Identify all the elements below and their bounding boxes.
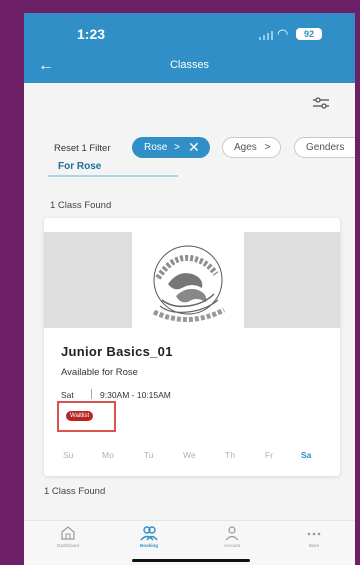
chip-ages-label: Ages xyxy=(234,142,257,153)
nav-label-booking: Booking xyxy=(140,543,158,548)
chevron-right-icon: > xyxy=(174,142,180,153)
nav-more[interactable]: More xyxy=(284,525,344,565)
battery-icon: 92 xyxy=(296,28,322,40)
reset-filter-button[interactable]: Reset 1 Filter xyxy=(54,143,111,154)
nav-label-account: Account xyxy=(223,543,241,548)
nav-label-dashboard: Dashboard xyxy=(56,543,79,548)
close-icon[interactable]: ✕ xyxy=(188,137,200,158)
more-icon xyxy=(307,532,321,536)
status-bar: 1:23 ◠ 92 xyxy=(24,13,355,51)
class-day: Sat xyxy=(61,390,74,400)
filter-chip-row: Reset 1 Filter Rose > ✕ Ages > Genders xyxy=(24,137,355,159)
booking-icon xyxy=(140,526,158,541)
class-name: Junior Basics_01 xyxy=(61,344,173,359)
day-mo: Mo xyxy=(102,450,114,460)
filter-settings-icon[interactable] xyxy=(311,95,331,111)
weekday-row: Su Mo Tu We Th Fr Sa xyxy=(44,450,340,464)
day-tu: Tu xyxy=(144,450,154,460)
tab-for-rose[interactable]: For Rose xyxy=(48,159,178,177)
chip-rose[interactable]: Rose > ✕ xyxy=(132,137,210,158)
day-th: Th xyxy=(225,450,235,460)
day-su: Su xyxy=(63,450,74,460)
day-fr: Fr xyxy=(265,450,274,460)
class-card[interactable]: Junior Basics_01 Available for Rose Sat … xyxy=(44,218,340,476)
tab-label: For Rose xyxy=(58,161,102,172)
class-time: 9:30AM - 10:15AM xyxy=(100,390,171,400)
nav-label-more: More xyxy=(308,543,320,548)
nav-bar: ← Classes xyxy=(24,51,355,83)
phone-screen: 1:23 ◠ 92 ← Classes Reset 1 Filter Rose … xyxy=(24,13,355,565)
chip-ages[interactable]: Ages > xyxy=(222,137,281,158)
chevron-right-icon: > xyxy=(264,142,271,153)
results-count-bottom: 1 Class Found xyxy=(44,486,106,497)
page-title: Classes xyxy=(169,59,210,71)
waitlist-highlight-box: Waitlist xyxy=(57,401,116,432)
chip-genders[interactable]: Genders xyxy=(294,137,355,158)
chip-rose-label: Rose xyxy=(144,142,168,153)
dolphin-swimming-logo xyxy=(132,232,244,328)
day-we: We xyxy=(183,450,196,460)
class-image xyxy=(44,232,340,328)
status-time: 1:23 xyxy=(77,26,106,42)
wifi-icon: ◠ xyxy=(277,26,289,41)
chip-genders-label: Genders xyxy=(306,142,345,153)
results-count: 1 Class Found xyxy=(50,200,112,211)
waitlist-badge: Waitlist xyxy=(66,411,94,421)
divider xyxy=(91,389,92,399)
person-icon xyxy=(225,526,239,541)
nav-dashboard[interactable]: Dashboard xyxy=(38,525,98,565)
availability-text: Available for Rose xyxy=(61,367,138,378)
day-sa: Sa xyxy=(301,450,312,460)
home-icon xyxy=(61,526,75,540)
signal-icon xyxy=(259,30,273,40)
home-indicator xyxy=(132,559,250,562)
